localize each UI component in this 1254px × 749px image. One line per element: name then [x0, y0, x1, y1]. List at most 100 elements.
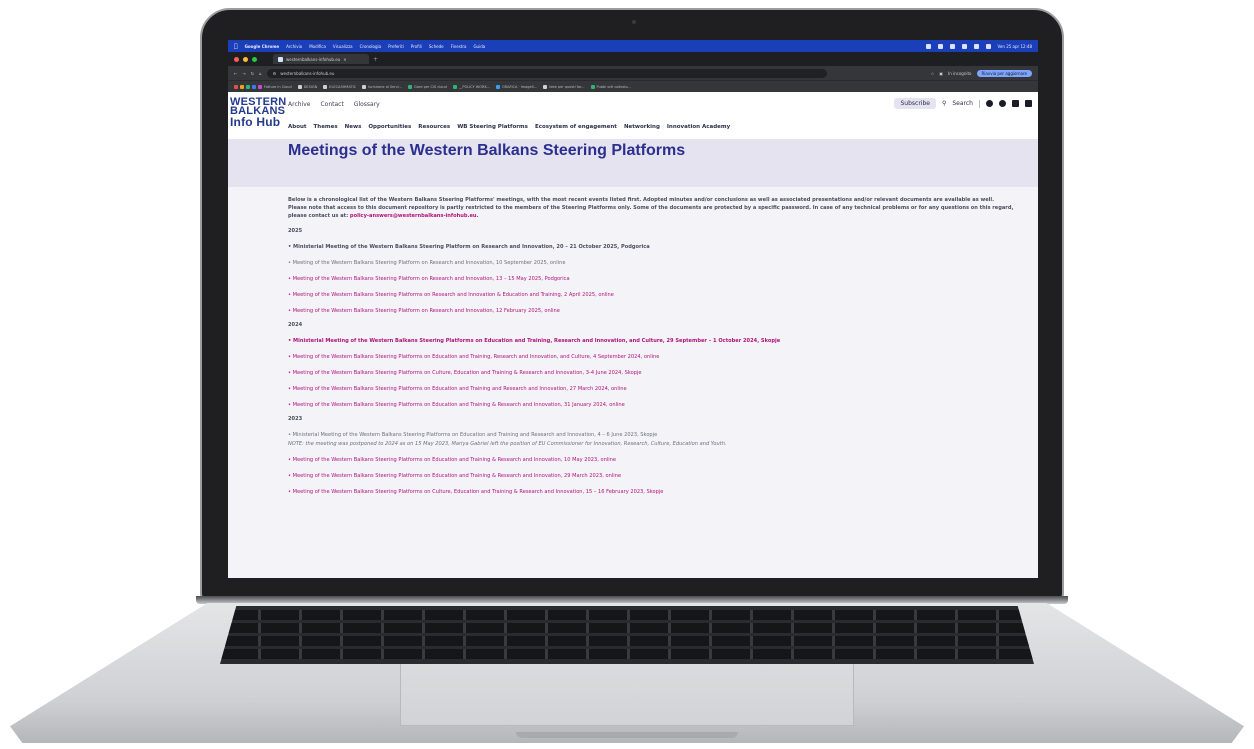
x-twitter-icon[interactable]	[999, 100, 1006, 107]
menu-profiles[interactable]: Profili	[411, 44, 422, 49]
meeting-link[interactable]: • Meeting of the Western Balkans Steerin…	[288, 369, 1028, 377]
minimize-window-icon[interactable]	[243, 56, 248, 62]
meeting-link[interactable]: • Meeting of the Western Balkans Steerin…	[288, 401, 1028, 409]
menu-edit[interactable]: Modifica	[309, 44, 326, 49]
bookmark-item[interactable]: Idee per questi for...	[543, 84, 585, 89]
menu-tabs[interactable]: Schede	[429, 44, 444, 49]
bookmark-item[interactable]: DESIGN	[297, 84, 317, 89]
nav-archive[interactable]: Archive	[288, 101, 310, 108]
incognito-label[interactable]: In incognito	[948, 71, 971, 76]
meeting-item: • Ministerial Meeting of the Western Bal…	[288, 432, 658, 438]
contact-email-link[interactable]: policy-answers@westernbalkans-infohub.eu…	[350, 213, 479, 219]
year-heading: 2024	[288, 322, 303, 328]
year-heading: 2025	[288, 228, 303, 234]
meeting-link[interactable]: • Meeting of the Western Balkans Steerin…	[288, 307, 1028, 315]
battery-icon[interactable]	[961, 43, 967, 49]
status-app-icon[interactable]	[925, 43, 931, 49]
laptop-lid:  Google Chrome Archivio Modifica Visual…	[200, 8, 1064, 600]
laptop-trackpad	[400, 664, 854, 726]
nav-wb-steering-platforms[interactable]: WB Steering Platforms	[457, 124, 528, 130]
meeting-link[interactable]: • Meeting of the Western Balkans Steerin…	[288, 275, 1028, 283]
nav-innovation-academy[interactable]: Innovation Academy	[667, 124, 730, 130]
search-icon[interactable]	[985, 43, 991, 49]
meeting-item: • Meeting of the Western Balkans Steerin…	[288, 260, 566, 266]
laptop-hinge	[196, 596, 1068, 604]
search-link[interactable]: Search	[952, 100, 973, 107]
site-logo[interactable]: WESTERN BALKANS Info Hub	[230, 97, 286, 129]
top-nav: Archive Contact Glossary	[288, 101, 380, 108]
facebook-icon[interactable]	[986, 100, 993, 107]
browser-tabbar: westernbalkans-infohub.eu × +	[228, 52, 1038, 66]
home-icon[interactable]: ⌂	[259, 71, 262, 76]
intro-text: Below is a chronological list of the Wes…	[288, 197, 1014, 219]
browser-tab[interactable]: westernbalkans-infohub.eu ×	[273, 54, 369, 64]
apple-icon[interactable]: 	[234, 43, 238, 50]
menu-file[interactable]: Archivio	[286, 44, 302, 49]
star-icon[interactable]: ☆	[931, 71, 935, 76]
meeting-link[interactable]: • Meeting of the Western Balkans Steerin…	[288, 488, 1028, 496]
site-info-icon[interactable]: ⚙	[273, 71, 277, 76]
menu-bookmarks[interactable]: Preferiti	[388, 44, 404, 49]
menu-history[interactable]: Cronologia	[360, 44, 381, 49]
status-app-icon[interactable]	[937, 43, 943, 49]
meeting-link[interactable]: • Meeting of the Western Balkans Steerin…	[288, 291, 1028, 299]
meeting-link[interactable]: • Meeting of the Western Balkans Steerin…	[288, 472, 1028, 480]
bookmark-item[interactable]: ELECASHMATIC	[323, 84, 356, 89]
bookmarks-bar: Fatture in Cloud DESIGN ELECASHMATIC Isc…	[228, 80, 1038, 92]
meeting-note: NOTE: the meeting was postponed to 2024 …	[288, 441, 727, 447]
forward-icon[interactable]: →	[242, 71, 245, 76]
laptop-keyboard	[220, 606, 1034, 664]
reload-icon[interactable]: ↻	[251, 71, 254, 76]
meeting-item: • Ministerial Meeting of the Western Bal…	[288, 244, 650, 250]
tab-title: westernbalkans-infohub.eu	[286, 56, 341, 62]
nav-opportunities[interactable]: Opportunities	[368, 124, 411, 130]
menu-view[interactable]: Visualizza	[333, 44, 353, 49]
status-app-icon[interactable]	[949, 43, 955, 49]
bookmark-item[interactable]: Gare per CIS cloud	[408, 84, 447, 89]
extensions-icon[interactable]: ▣	[939, 71, 943, 76]
page-title: Meetings of the Western Balkans Steering…	[288, 142, 686, 159]
subscribe-button[interactable]: Subscribe	[894, 98, 936, 109]
maximize-window-icon[interactable]	[252, 56, 257, 62]
close-tab-icon[interactable]: ×	[343, 57, 346, 62]
nav-themes[interactable]: Themes	[314, 124, 338, 130]
nav-contact[interactable]: Contact	[320, 101, 343, 108]
nav-glossary[interactable]: Glossary	[354, 101, 380, 108]
main-nav: About Themes News Opportunities Resource…	[288, 124, 730, 130]
back-icon[interactable]: ←	[234, 71, 237, 76]
menubar-clock[interactable]: Ven 25 apr 12:48	[998, 44, 1033, 49]
nav-news[interactable]: News	[345, 124, 362, 130]
meeting-link[interactable]: • Meeting of the Western Balkans Steerin…	[288, 456, 1028, 464]
webcam	[632, 20, 636, 24]
new-tab-icon[interactable]: +	[373, 56, 378, 63]
linkedin-icon[interactable]	[1012, 100, 1019, 107]
nav-resources[interactable]: Resources	[418, 124, 450, 130]
site-header: WESTERN BALKANS Info Hub Archive Contact…	[228, 92, 1038, 139]
meeting-link[interactable]: • Meeting of the Western Balkans Steerin…	[288, 385, 1028, 393]
menu-window[interactable]: Finestra	[451, 44, 467, 49]
bookmark-item[interactable]: Fatture in Cloud	[234, 84, 292, 89]
wifi-icon[interactable]	[973, 43, 979, 49]
bookmark-item[interactable]: Pubbl orti collezio...	[590, 84, 631, 89]
bookmark-item[interactable]: Iscrizione al Servi...	[362, 84, 402, 89]
header-actions: Subscribe ⚲ Search	[894, 98, 1032, 109]
bookmark-item[interactable]: __POLICY WORK...	[452, 84, 490, 89]
update-button[interactable]: Riavvia per aggiornare	[976, 69, 1032, 77]
address-bar[interactable]: ⚙ westernbalkans-infohub.eu	[266, 68, 827, 78]
close-window-icon[interactable]	[234, 56, 239, 62]
menu-app[interactable]: Google Chrome	[245, 44, 280, 49]
search-icon[interactable]: ⚲	[942, 100, 946, 107]
bookmark-item[interactable]: GRAFICA · ImageS...	[496, 84, 537, 89]
meeting-link[interactable]: • Ministerial Meeting of the Western Bal…	[288, 337, 1028, 345]
nav-ecosystem[interactable]: Ecosystem of engagement	[535, 124, 617, 130]
address-url: westernbalkans-infohub.eu	[280, 70, 335, 76]
youtube-icon[interactable]	[1025, 100, 1032, 107]
menu-help[interactable]: Guida	[473, 44, 485, 49]
laptop-mockup:  Google Chrome Archivio Modifica Visual…	[0, 0, 1254, 749]
laptop-screen:  Google Chrome Archivio Modifica Visual…	[228, 40, 1038, 578]
page-content: Below is a chronological list of the Wes…	[288, 196, 1028, 504]
web-page: WESTERN BALKANS Info Hub Archive Contact…	[228, 92, 1038, 578]
nav-networking[interactable]: Networking	[624, 124, 660, 130]
nav-about[interactable]: About	[288, 124, 307, 130]
meeting-link[interactable]: • Meeting of the Western Balkans Steerin…	[288, 353, 1028, 361]
